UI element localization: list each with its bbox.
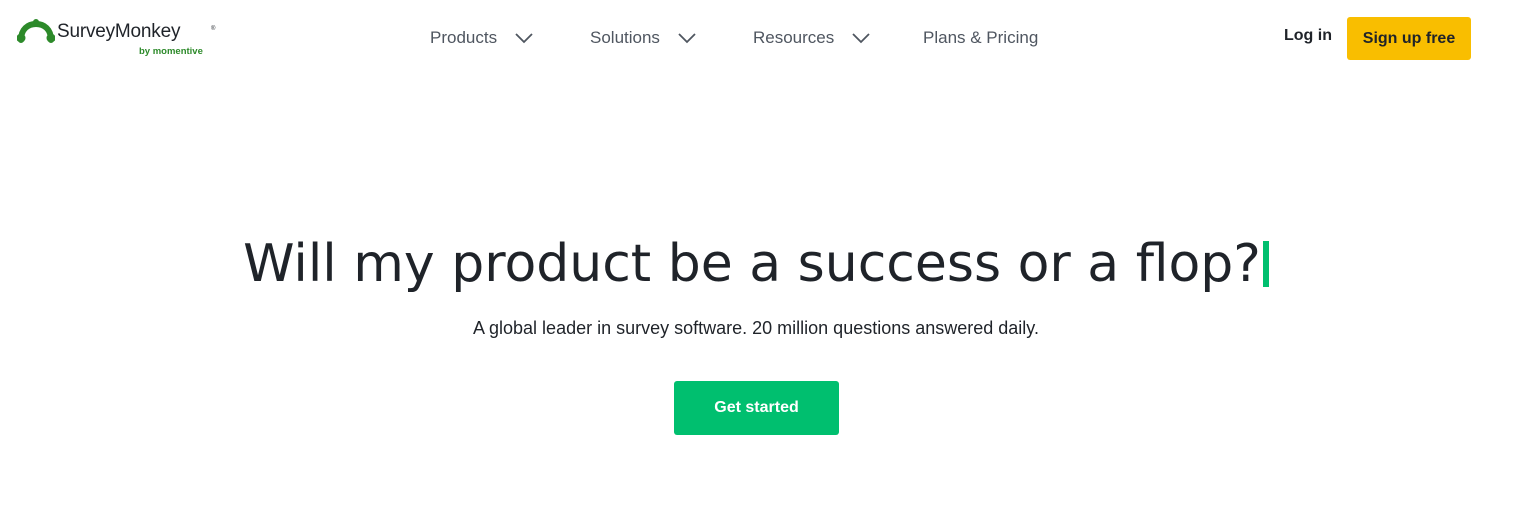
hero-subtitle: A global leader in survey software. 20 m… — [473, 318, 1039, 338]
nav-item-solutions[interactable]: Solutions — [590, 24, 696, 52]
signup-button[interactable]: Sign up free — [1347, 17, 1471, 60]
chevron-down-icon — [515, 33, 533, 44]
brand-name: SurveyMonkey — [57, 21, 181, 42]
nav-item-label: Plans & Pricing — [923, 28, 1039, 47]
hero-title-text: Will my product be a success or a flop? — [243, 234, 1261, 294]
get-started-button[interactable]: Get started — [674, 381, 839, 435]
brand-trademark: ® — [211, 26, 216, 32]
nav-item-label: Resources — [753, 28, 835, 47]
chevron-down-icon — [852, 33, 870, 44]
nav-item-products[interactable]: Products — [430, 24, 533, 52]
brand-byline: by momentive — [139, 46, 203, 57]
surveymonkey-mark-icon — [17, 19, 55, 43]
surveymonkey-logo[interactable]: SurveyMonkey ® by momentive — [17, 14, 215, 60]
nav-item-label: Solutions — [590, 28, 660, 47]
site-header: SurveyMonkey ® by momentive Products Sol… — [0, 0, 1536, 76]
nav-item-label: Products — [430, 28, 498, 47]
chevron-down-icon — [678, 33, 696, 44]
nav-item-resources[interactable]: Resources — [753, 24, 870, 52]
typing-cursor — [1262, 241, 1269, 287]
nav-item-plans-pricing[interactable]: Plans & Pricing — [923, 24, 1038, 52]
login-link[interactable]: Log in — [1284, 27, 1332, 45]
hero-title: Will my product be a success or a flop? — [0, 229, 1512, 299]
